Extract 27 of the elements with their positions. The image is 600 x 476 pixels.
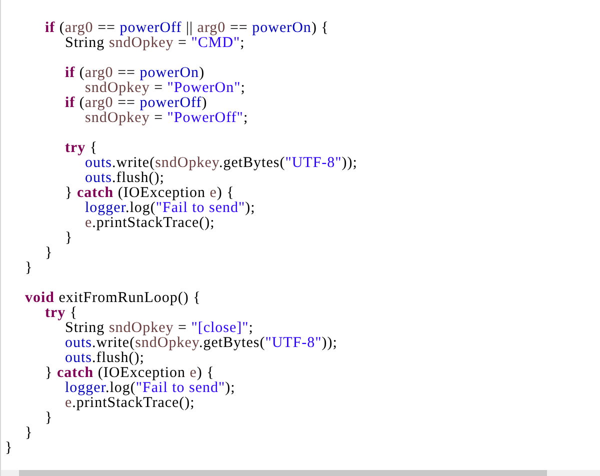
code-line: void exitFromRunLoop() {: [25, 291, 201, 306]
code-line: outs.write(sndOpkey.getBytes("UTF-8"));: [85, 156, 358, 171]
code-line: String sndOpkey = "[close]";: [65, 321, 254, 336]
code-line: } catch (IOException e) {: [65, 186, 234, 201]
code-line: }: [5, 441, 13, 456]
code-line: logger.log("Fail to send");: [65, 381, 236, 396]
code-line: }: [45, 246, 53, 261]
code-editor[interactable]: [0, 0, 600, 476]
code-line: }: [65, 231, 73, 246]
code-line: try {: [65, 141, 98, 156]
code-line: e.printStackTrace();: [85, 216, 215, 231]
code-line: if (arg0 == powerOff): [65, 96, 208, 111]
code-line: outs.flush();: [85, 171, 164, 186]
code-line: try {: [45, 306, 78, 321]
code-line: sndOpkey = "PowerOn";: [85, 81, 246, 96]
code-line: if (arg0 == powerOn): [65, 66, 205, 81]
code-line: }: [45, 411, 53, 426]
code-line: outs.write(sndOpkey.getBytes("UTF-8"));: [65, 336, 338, 351]
code-line: logger.log("Fail to send");: [85, 201, 256, 216]
code-line: } catch (IOException e) {: [45, 366, 214, 381]
code-line: outs.flush();: [65, 351, 144, 366]
code-line: sndOpkey = "PowerOff";: [85, 111, 248, 126]
code-line: }: [25, 426, 33, 441]
code-line: String sndOpkey = "CMD";: [65, 36, 245, 51]
code-line: if (arg0 == powerOff || arg0 == powerOn) {: [45, 21, 329, 36]
code-line: }: [25, 261, 33, 276]
code-line: e.printStackTrace();: [65, 396, 195, 411]
